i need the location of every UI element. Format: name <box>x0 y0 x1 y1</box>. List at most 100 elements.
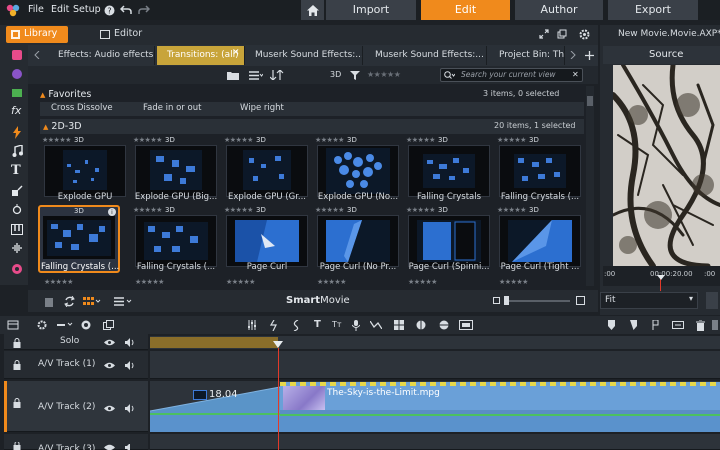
smartmovie-button[interactable]: SmartMovie <box>286 295 350 306</box>
work-area-bar[interactable] <box>150 337 278 348</box>
list-view-icon[interactable] <box>248 69 264 81</box>
project-bin-icon[interactable] <box>10 48 24 62</box>
titles-t-icon[interactable]: T <box>11 163 21 178</box>
transition-item[interactable]: ★★★★★ 3D Explode GPU (No... <box>315 136 403 206</box>
speaker-icon[interactable] <box>124 444 136 450</box>
transitions-bolt-icon[interactable] <box>10 125 24 139</box>
flag-icon[interactable] <box>628 319 638 331</box>
audio-mixer-icon[interactable] <box>246 319 258 331</box>
timeline-playhead[interactable] <box>278 348 279 450</box>
ripple-icon[interactable] <box>671 319 685 331</box>
text-tool-icon[interactable]: Tт <box>332 320 342 329</box>
transition-item[interactable]: ★★★★★ 3D Explode GPU (Big... <box>133 136 221 206</box>
home-button[interactable] <box>301 0 324 20</box>
color-icon[interactable] <box>415 319 427 331</box>
title-tool-icon[interactable]: T <box>314 319 321 330</box>
section-2d3d-header[interactable]: ▲ 2D-3D <box>43 120 82 134</box>
menu-setup[interactable]: Setup <box>73 0 101 20</box>
transition-item[interactable]: ★★★★★ 3D Falling Crystals (... <box>133 206 221 276</box>
grid-view-icon[interactable] <box>82 294 102 308</box>
timeline-settings-icon[interactable] <box>6 319 20 331</box>
sort-icon[interactable] <box>269 69 285 81</box>
transition-item[interactable]: ★★★★★ 3D Explode GPU <box>42 136 130 206</box>
tab-close-icon[interactable]: ✕ <box>232 48 240 58</box>
lock-icon[interactable] <box>12 359 22 370</box>
timeline-more-icon[interactable] <box>710 319 720 331</box>
stabilize-icon[interactable] <box>10 203 24 217</box>
split-icon[interactable] <box>290 319 302 331</box>
mode-tab-author[interactable]: Author <box>515 0 603 20</box>
library-settings-icon[interactable] <box>578 28 590 40</box>
favorite-item[interactable]: Wipe right <box>240 103 284 113</box>
filter-icon[interactable] <box>349 69 361 81</box>
source-extra-button[interactable] <box>706 292 718 309</box>
favorite-item[interactable]: Cross Dissolve <box>51 103 113 113</box>
mode-tab-export[interactable]: Export <box>608 0 698 20</box>
transition-item[interactable]: ★★★★★ 3D Falling Crystals (... <box>497 136 585 206</box>
sync-icon[interactable] <box>62 294 76 308</box>
speaker-icon[interactable] <box>124 337 136 347</box>
expand-icon[interactable] <box>538 28 550 40</box>
mode-tab-edit[interactable]: Edit <box>421 0 510 20</box>
search-clear-icon[interactable]: ✕ <box>572 70 579 79</box>
magnet-icon[interactable] <box>80 319 92 331</box>
track-lane-3[interactable] <box>150 434 720 450</box>
speaker-icon[interactable] <box>124 403 136 413</box>
clip-marker-icon[interactable] <box>650 319 660 331</box>
microphone-icon[interactable] <box>350 319 362 331</box>
favorite-item[interactable]: Fade in or out <box>143 103 201 113</box>
zoom-select[interactable]: Fit ▾ <box>600 292 698 309</box>
menu-file[interactable]: File <box>28 0 44 20</box>
add-tab-icon[interactable] <box>583 48 595 62</box>
tab-editor[interactable]: Editor <box>98 26 153 43</box>
rating-filter[interactable]: ★★★★★ <box>367 70 401 79</box>
search-input[interactable]: Search your current view ✕ <box>440 68 583 82</box>
delete-icon[interactable] <box>42 294 56 308</box>
effects-fx-icon[interactable]: fx <box>11 104 21 117</box>
instruments-icon[interactable] <box>10 222 24 236</box>
zoom-small-icon[interactable] <box>493 297 500 304</box>
tab-muserk-1[interactable]: Muserk Sound Effects:... <box>245 46 363 65</box>
transition-item[interactable]: ★★★★★ 3D Falling Crystals <box>406 136 494 206</box>
eye-icon[interactable] <box>103 403 115 413</box>
filter-3d-toggle[interactable]: 3D <box>330 70 341 79</box>
help-icon[interactable]: ? <box>103 3 115 17</box>
transition-item[interactable]: ★★★★★ 3D Page Curl (No Pr... <box>315 206 403 276</box>
thumb-size-slider-handle[interactable] <box>504 296 509 305</box>
thumb-size-slider[interactable] <box>504 300 570 302</box>
storyboard-icon[interactable] <box>101 319 115 331</box>
details-view-icon[interactable] <box>113 294 133 308</box>
multicam-icon[interactable] <box>393 319 405 331</box>
menu-edit[interactable]: Edit <box>51 0 69 20</box>
source-playhead-marker[interactable] <box>657 275 665 280</box>
eye-icon[interactable] <box>103 444 115 450</box>
lock-icon[interactable] <box>12 337 22 348</box>
razor-icon[interactable] <box>268 319 280 331</box>
transition-item[interactable]: ★★★★★ 3D Explode GPU (Gr... <box>224 136 312 206</box>
eye-icon[interactable] <box>103 337 115 347</box>
tab-library[interactable]: Library <box>6 26 68 43</box>
pan-zoom-icon[interactable] <box>458 319 474 331</box>
transition-item[interactable]: ★★★★★ 3D Page Curl (Tight ... <box>497 206 585 276</box>
scorefitter-icon[interactable] <box>10 241 24 255</box>
transition-item[interactable]: ★★★★★ 3D Page Curl (Spinni... <box>406 206 494 276</box>
playhead-marker[interactable] <box>273 341 283 348</box>
tabs-scroll-left-icon[interactable] <box>32 48 42 62</box>
gear-icon[interactable] <box>35 319 49 331</box>
transition-item-selected[interactable]: 3D i Falling Crystals (... <box>38 205 120 273</box>
edit-mode-icon[interactable] <box>56 319 74 331</box>
tab-muserk-2[interactable]: Muserk Sound Effects:... <box>365 46 487 65</box>
track-lane-1[interactable] <box>150 351 720 379</box>
scrollbar-thumb[interactable] <box>587 96 593 106</box>
motion-track-icon[interactable] <box>370 319 382 331</box>
library-scrollbar[interactable] <box>586 86 594 286</box>
lock-icon[interactable] <box>12 442 22 450</box>
audio-note-icon[interactable] <box>10 144 24 158</box>
zoom-large-icon[interactable] <box>576 296 585 305</box>
globe-icon[interactable] <box>438 319 450 331</box>
eye-icon[interactable] <box>103 360 115 370</box>
redo-icon[interactable] <box>138 3 150 17</box>
tabs-scroll-right-icon[interactable] <box>568 48 578 62</box>
source-tab[interactable]: Source <box>603 46 720 64</box>
motion-icon[interactable] <box>10 184 24 198</box>
